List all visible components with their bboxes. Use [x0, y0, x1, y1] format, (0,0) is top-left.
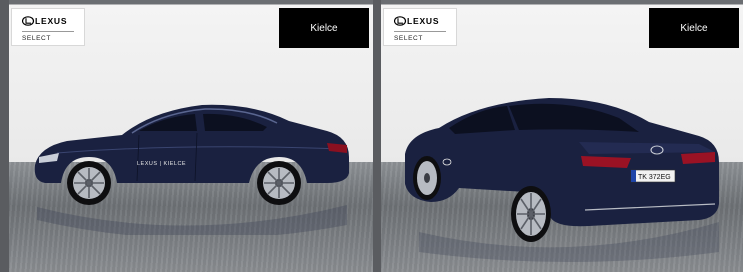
dealer-badge: Kielce [279, 8, 369, 48]
car-rear-view: TK 372EG [405, 98, 719, 262]
brand-wordmark: LEXUS [35, 16, 67, 26]
logo-divider [22, 31, 74, 32]
photo-panel-side: LEXUS SELECT Kielce LEXUS | KIELCE [9, 0, 373, 272]
front-wheel [413, 156, 441, 200]
car-side-view: LEXUS | KIELCE [34, 104, 349, 235]
rear-wheel [511, 186, 551, 242]
dealer-name: Kielce [680, 22, 708, 34]
photo-panel-rear: LEXUS SELECT Kielce TK 372EG [381, 0, 743, 272]
lexus-select-logo: LEXUS SELECT [11, 8, 85, 46]
logo-subtitle: SELECT [22, 35, 51, 42]
door-decal-text: LEXUS | KIELCE [137, 161, 186, 167]
lexus-select-logo: LEXUS SELECT [383, 8, 457, 46]
license-plate-text: TK 372EG [638, 174, 671, 181]
front-wheel [67, 161, 111, 205]
logo-divider [394, 31, 446, 32]
dealer-name: Kielce [310, 22, 338, 34]
rear-wheel [257, 161, 301, 205]
logo-subtitle: SELECT [394, 35, 423, 42]
dealer-badge: Kielce [649, 8, 739, 48]
brand-wordmark: LEXUS [407, 16, 439, 26]
lexus-emblem-icon: LEXUS [22, 16, 67, 26]
lexus-emblem-icon: LEXUS [394, 16, 439, 26]
